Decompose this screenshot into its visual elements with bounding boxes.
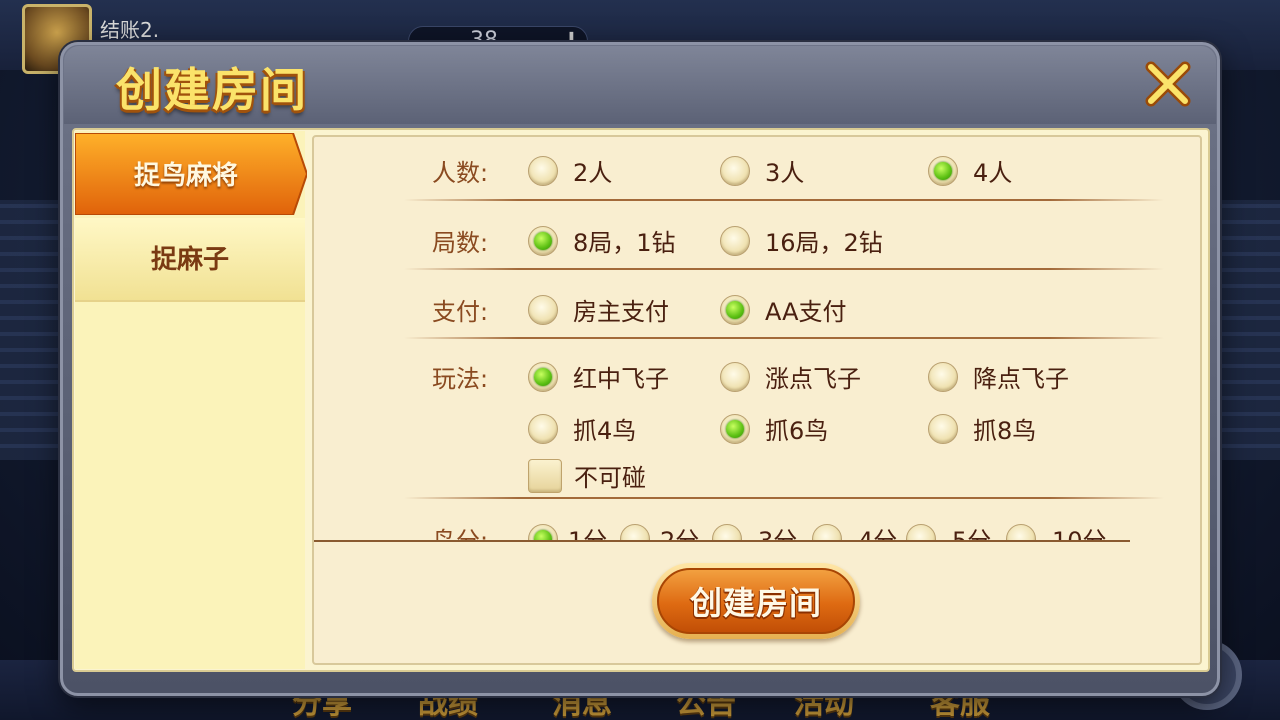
scroll-area-bottom-border [314,540,1130,542]
bird-score-label: 鸟分: [432,527,489,541]
option-label: 降点飞子 [973,365,1069,393]
radio-button-selected [720,413,750,444]
rounds-option-8[interactable]: 8局，1钻 [528,223,676,258]
dialog-title: 创建房间 [116,63,308,117]
radio-button [620,523,650,541]
radio-button [720,361,750,392]
tab-label: 捉鸟麻将 [133,161,238,191]
play-mode-hongzhong[interactable]: 红中飞子 [528,359,669,394]
radio-button [1006,523,1036,541]
radio-button [528,294,558,325]
row-divider [404,497,1164,499]
option-label: 抓4鸟 [573,417,637,445]
row-divider [404,199,1164,201]
player-name: 结账2. [100,18,160,42]
tab-zhuoniao-mahjong[interactable]: 捉鸟麻将 [75,133,307,215]
create-room-button-face: 创建房间 [657,568,855,634]
play-mode-jiangdian[interactable]: 降点飞子 [928,359,1069,394]
row-divider [404,268,1164,270]
create-room-button-label: 创建房间 [689,584,822,622]
option-label: 8局，1钻 [573,229,676,257]
option-label: 抓6鸟 [765,417,829,445]
option-label: 5分 [952,527,992,541]
radio-button-selected [528,523,558,541]
option-label: 红中飞子 [573,365,669,393]
radio-button [928,361,958,392]
option-label: 抓8鸟 [973,417,1037,445]
option-label: 2分 [660,527,700,541]
payment-label: 支付: [432,298,489,326]
radio-button [928,413,958,444]
radio-button [528,155,558,186]
option-label: 2人 [573,159,613,187]
bird-score-5[interactable]: 5分 [906,521,991,541]
option-label: 16局，2钻 [765,229,883,257]
option-label: AA支付 [765,298,847,326]
option-label: 3分 [758,527,798,541]
bird-score-10[interactable]: 10分 [1006,521,1107,541]
stadium-decor [1210,200,1280,460]
play-mode-bird-4[interactable]: 抓4鸟 [528,411,636,446]
close-icon [1145,61,1191,107]
play-mode-zhangdian[interactable]: 涨点飞子 [720,359,861,394]
option-label: 10分 [1052,527,1107,541]
option-label: 3人 [765,159,805,187]
radio-button [720,225,750,256]
players-label: 人数: [432,159,489,187]
radio-button-selected [720,294,750,325]
no-peng-checkbox[interactable]: 不可碰 [528,458,646,493]
tab-label: 捉麻子 [150,245,229,275]
option-label: 涨点飞子 [765,365,861,393]
radio-button [906,523,936,541]
radio-button-selected [528,361,558,392]
radio-button [812,523,842,541]
option-label: 1分 [568,527,608,541]
bird-score-4[interactable]: 4分 [812,521,897,541]
players-option-2[interactable]: 2人 [528,153,612,188]
radio-button [528,413,558,444]
play-mode-bird-6[interactable]: 抓6鸟 [720,411,828,446]
play-mode-label: 玩法: [432,365,489,393]
players-option-3[interactable]: 3人 [720,153,804,188]
payment-option-host[interactable]: 房主支付 [528,292,669,327]
options-scroll-area[interactable]: 人数: 2人 3人 4人 局数: 8局，1钻 16局，2钻 支付: 房主支付 A… [314,137,1200,541]
payment-option-aa[interactable]: AA支付 [720,292,847,327]
radio-button [712,523,742,541]
close-button[interactable] [1140,56,1196,112]
radio-button-selected [928,155,958,186]
play-mode-bird-8[interactable]: 抓8鸟 [928,411,1036,446]
players-option-4[interactable]: 4人 [928,153,1012,188]
tab-zhuo-mazi[interactable]: 捉麻子 [75,218,305,302]
option-label: 不可碰 [574,464,646,492]
option-label: 4人 [973,159,1013,187]
bird-score-3[interactable]: 3分 [712,521,797,541]
rounds-label: 局数: [432,229,489,257]
checkbox [528,458,562,493]
bird-score-2[interactable]: 2分 [620,521,699,541]
radio-button [720,155,750,186]
option-label: 4分 [858,527,898,541]
create-room-button[interactable]: 创建房间 [652,563,860,639]
option-label: 房主支付 [573,298,669,326]
radio-button-selected [528,225,558,256]
row-divider [404,337,1164,339]
rounds-option-16[interactable]: 16局，2钻 [720,223,883,258]
bird-score-1[interactable]: 1分 [528,521,607,541]
